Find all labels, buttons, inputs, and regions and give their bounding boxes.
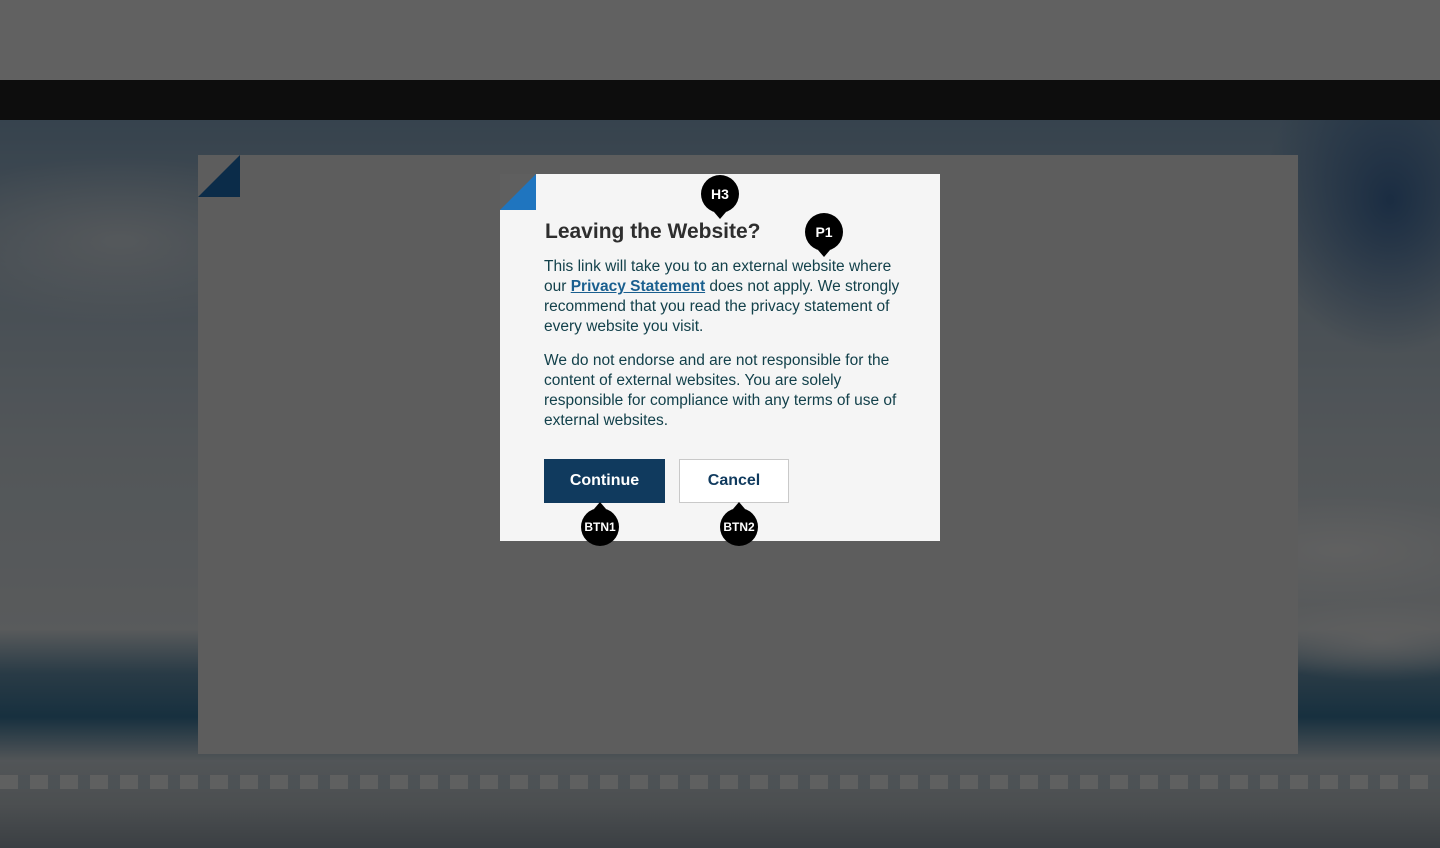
dialog-corner-accent — [500, 174, 536, 210]
marker-btn2: BTN2 — [720, 502, 758, 546]
dialog-title: Leaving the Website? — [545, 220, 761, 243]
dialog-paragraph-1: This link will take you to an external w… — [544, 257, 900, 337]
dialog-paragraph-2: We do not endorse and are not responsibl… — [544, 352, 897, 429]
leaving-website-dialog: Leaving the Website? This link will take… — [500, 174, 940, 541]
dialog-body: This link will take you to an external w… — [544, 257, 900, 445]
privacy-statement-link[interactable]: Privacy Statement — [571, 278, 705, 295]
continue-button[interactable]: Continue — [544, 459, 665, 503]
marker-btn1: BTN1 — [581, 502, 619, 546]
marker-h3: H3 — [701, 175, 739, 219]
marker-p1: P1 — [805, 213, 843, 257]
cancel-button[interactable]: Cancel — [679, 459, 789, 503]
page: Leaving the Website? This link will take… — [0, 0, 1440, 848]
